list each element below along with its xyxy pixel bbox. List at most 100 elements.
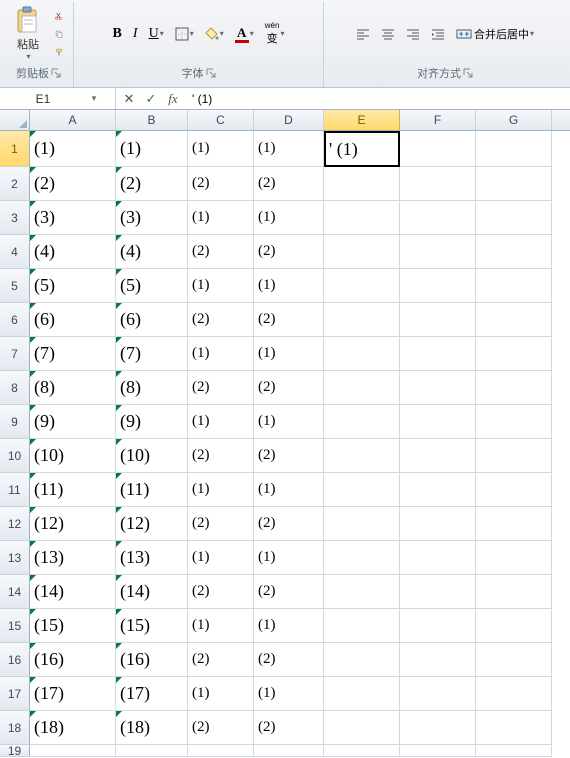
- cell-A17[interactable]: (17): [30, 677, 116, 711]
- row-header[interactable]: 10: [0, 439, 30, 473]
- cell-C18[interactable]: (2): [188, 711, 254, 745]
- cell-F11[interactable]: [400, 473, 476, 507]
- cell-E11[interactable]: [324, 473, 400, 507]
- column-header-F[interactable]: F: [400, 110, 476, 130]
- row-header[interactable]: 5: [0, 269, 30, 303]
- bold-button[interactable]: B: [109, 24, 126, 44]
- cell-G4[interactable]: [476, 235, 552, 269]
- row-header[interactable]: 17: [0, 677, 30, 711]
- cell-D10[interactable]: (2): [254, 439, 324, 473]
- cell-A12[interactable]: (12): [30, 507, 116, 541]
- align-center-button[interactable]: [377, 26, 399, 42]
- cell-B11[interactable]: (11): [116, 473, 188, 507]
- cell-G17[interactable]: [476, 677, 552, 711]
- name-box[interactable]: [0, 90, 86, 108]
- cell-E8[interactable]: [324, 371, 400, 405]
- cell-F15[interactable]: [400, 609, 476, 643]
- cell-G1[interactable]: [476, 131, 552, 167]
- cell-G16[interactable]: [476, 643, 552, 677]
- cell-G2[interactable]: [476, 167, 552, 201]
- cell-D8[interactable]: (2): [254, 371, 324, 405]
- cell-B19[interactable]: [116, 745, 188, 757]
- cell-E1[interactable]: ' (1): [324, 131, 400, 167]
- align-left-button[interactable]: [352, 26, 374, 42]
- formula-enter-button[interactable]: ✓: [142, 91, 160, 107]
- cell-B7[interactable]: (7): [116, 337, 188, 371]
- row-header[interactable]: 16: [0, 643, 30, 677]
- phonetic-button[interactable]: wén变▾: [261, 19, 289, 48]
- cell-G18[interactable]: [476, 711, 552, 745]
- cell-E7[interactable]: [324, 337, 400, 371]
- cell-D18[interactable]: (2): [254, 711, 324, 745]
- cell-C12[interactable]: (2): [188, 507, 254, 541]
- cell-A18[interactable]: (18): [30, 711, 116, 745]
- cell-C6[interactable]: (2): [188, 303, 254, 337]
- cell-D7[interactable]: (1): [254, 337, 324, 371]
- cell-A1[interactable]: (1): [30, 131, 116, 167]
- cell-A7[interactable]: (7): [30, 337, 116, 371]
- cell-E14[interactable]: [324, 575, 400, 609]
- cell-C7[interactable]: (1): [188, 337, 254, 371]
- cell-C3[interactable]: (1): [188, 201, 254, 235]
- align-right-button[interactable]: [402, 26, 424, 42]
- cell-E19[interactable]: [324, 745, 400, 757]
- cell-D15[interactable]: (1): [254, 609, 324, 643]
- font-color-button[interactable]: A▾: [231, 23, 258, 45]
- cell-D9[interactable]: (1): [254, 405, 324, 439]
- cell-A10[interactable]: (10): [30, 439, 116, 473]
- cell-E16[interactable]: [324, 643, 400, 677]
- cell-A15[interactable]: (15): [30, 609, 116, 643]
- merge-center-button[interactable]: 合并后居中▾: [452, 24, 538, 44]
- underline-button[interactable]: U▾: [145, 24, 168, 44]
- cell-D13[interactable]: (1): [254, 541, 324, 575]
- cell-E12[interactable]: [324, 507, 400, 541]
- cell-A19[interactable]: [30, 745, 116, 757]
- cell-B17[interactable]: (17): [116, 677, 188, 711]
- column-header-D[interactable]: D: [254, 110, 324, 130]
- cell-G11[interactable]: [476, 473, 552, 507]
- cell-D2[interactable]: (2): [254, 167, 324, 201]
- cell-F18[interactable]: [400, 711, 476, 745]
- cell-B5[interactable]: (5): [116, 269, 188, 303]
- dialog-launcher-icon[interactable]: [51, 68, 61, 78]
- cell-A14[interactable]: (14): [30, 575, 116, 609]
- cell-B8[interactable]: (8): [116, 371, 188, 405]
- cell-B16[interactable]: (16): [116, 643, 188, 677]
- cell-C16[interactable]: (2): [188, 643, 254, 677]
- cell-F2[interactable]: [400, 167, 476, 201]
- cell-D3[interactable]: (1): [254, 201, 324, 235]
- cell-A5[interactable]: (5): [30, 269, 116, 303]
- cell-F6[interactable]: [400, 303, 476, 337]
- dialog-launcher-icon[interactable]: [463, 68, 473, 78]
- cut-button[interactable]: [51, 8, 67, 24]
- dialog-launcher-icon[interactable]: [206, 68, 216, 78]
- cell-B13[interactable]: (13): [116, 541, 188, 575]
- cell-A13[interactable]: (13): [30, 541, 116, 575]
- row-header[interactable]: 9: [0, 405, 30, 439]
- italic-button[interactable]: I: [129, 24, 142, 44]
- cell-G6[interactable]: [476, 303, 552, 337]
- cell-G3[interactable]: [476, 201, 552, 235]
- cell-B18[interactable]: (18): [116, 711, 188, 745]
- formula-input[interactable]: [186, 88, 570, 109]
- cell-B2[interactable]: (2): [116, 167, 188, 201]
- cell-C4[interactable]: (2): [188, 235, 254, 269]
- cell-C8[interactable]: (2): [188, 371, 254, 405]
- formula-cancel-button[interactable]: ✕: [120, 91, 138, 107]
- cell-F16[interactable]: [400, 643, 476, 677]
- column-header-A[interactable]: A: [30, 110, 116, 130]
- row-header[interactable]: 18: [0, 711, 30, 745]
- cell-E6[interactable]: [324, 303, 400, 337]
- format-painter-button[interactable]: [51, 44, 67, 60]
- row-header[interactable]: 14: [0, 575, 30, 609]
- cell-B15[interactable]: (15): [116, 609, 188, 643]
- cell-A3[interactable]: (3): [30, 201, 116, 235]
- cell-B4[interactable]: (4): [116, 235, 188, 269]
- cell-D19[interactable]: [254, 745, 324, 757]
- cell-G7[interactable]: [476, 337, 552, 371]
- border-button[interactable]: ▾: [171, 25, 198, 43]
- select-all-corner[interactable]: [0, 110, 30, 130]
- cell-G8[interactable]: [476, 371, 552, 405]
- cell-D5[interactable]: (1): [254, 269, 324, 303]
- row-header[interactable]: 15: [0, 609, 30, 643]
